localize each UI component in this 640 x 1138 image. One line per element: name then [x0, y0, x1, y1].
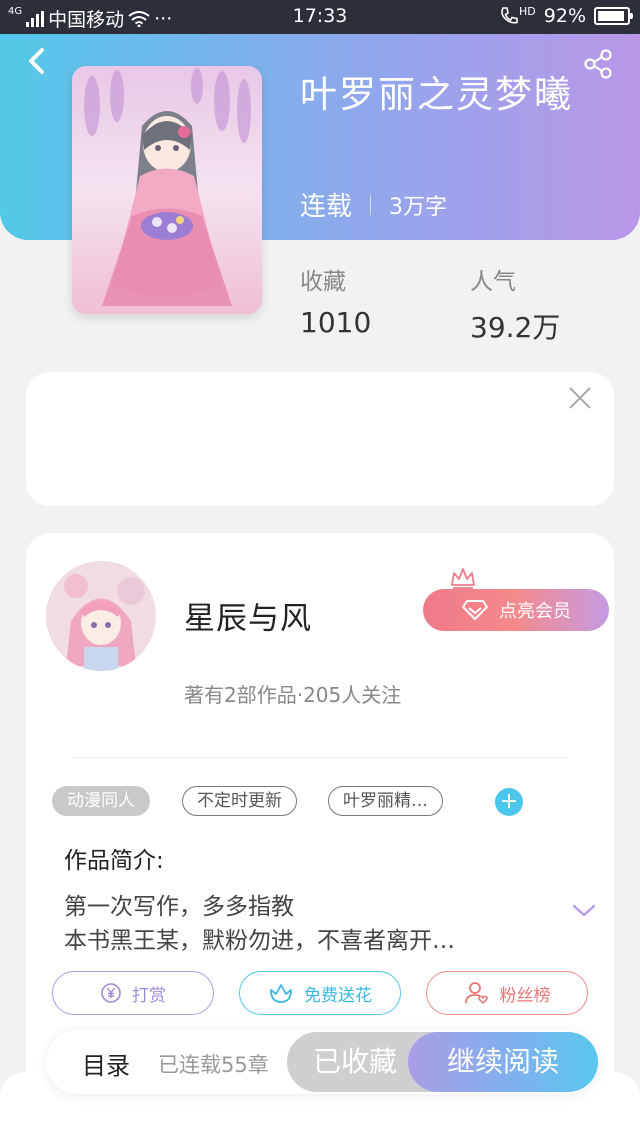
crown-icon [451, 568, 475, 589]
tip-button[interactable]: 打赏 [52, 971, 214, 1015]
author-card: 星辰与风 点亮会员 著有2部作品·205人关注 动漫同人 不定时更新 叶罗丽精…… [26, 533, 614, 1093]
book-status-row: 连载 3万字 [300, 186, 447, 223]
favorites-value: 1010 [300, 306, 372, 339]
intro-heading: 作品简介: [64, 848, 164, 874]
diamond-icon [462, 600, 488, 620]
intro-line: 第一次写作，多多指教 [64, 894, 294, 920]
book-cover-image[interactable] [72, 66, 262, 314]
chevron-down-icon[interactable] [572, 903, 596, 919]
add-tag-icon[interactable]: + [495, 788, 523, 816]
send-flower-label: 免费送花 [304, 985, 372, 1006]
fan-rank-label: 粉丝榜 [499, 985, 551, 1006]
battery-icon [594, 7, 633, 25]
vip-button-label: 点亮会员 [499, 601, 571, 622]
book-title: 叶罗丽之灵梦曦 [300, 73, 573, 116]
status-right: HD 92% [499, 5, 633, 27]
tag-topic[interactable]: 叶罗丽精… [328, 786, 443, 816]
author-avatar[interactable] [46, 561, 156, 671]
fan-rank-button[interactable]: 粉丝榜 [426, 971, 588, 1015]
continue-reading-button[interactable]: 继续阅读 [408, 1032, 598, 1092]
user-heart-icon [464, 982, 488, 1005]
tag-update[interactable]: 不定时更新 [182, 786, 297, 816]
vip-button[interactable]: 点亮会员 [423, 589, 609, 631]
phone-hd-icon [501, 7, 518, 24]
send-flower-button[interactable]: 免费送花 [239, 971, 401, 1015]
popularity-label: 人气 [470, 269, 516, 295]
hd-label: HD [519, 5, 536, 18]
back-icon[interactable] [22, 44, 52, 78]
status-bar: 4G 中国移动 ··· 17:33 HD 92% [0, 0, 640, 34]
table-of-contents-button[interactable]: 目录 [82, 1046, 130, 1081]
tip-label: 打赏 [132, 985, 166, 1006]
status-divider [370, 194, 372, 215]
chapter-count[interactable]: 已连载55章 [158, 1049, 269, 1079]
word-count: 3万字 [389, 194, 448, 220]
close-icon[interactable] [568, 386, 592, 410]
yen-coin-icon [101, 983, 121, 1003]
intro-line: 本书黑王某，默粉勿进，不喜者离开… [64, 928, 455, 954]
serial-status: 连载 [300, 192, 353, 222]
popularity-value: 39.2万 [470, 311, 561, 344]
ad-card [26, 372, 614, 506]
favorites-label: 收藏 [300, 269, 346, 295]
flower-icon [270, 984, 292, 1003]
divider [72, 757, 568, 758]
author-name[interactable]: 星辰与风 [184, 593, 312, 638]
author-meta: 著有2部作品·205人关注 [184, 683, 402, 707]
battery-percent: 92% [543, 5, 586, 27]
tag-category[interactable]: 动漫同人 [52, 786, 150, 816]
